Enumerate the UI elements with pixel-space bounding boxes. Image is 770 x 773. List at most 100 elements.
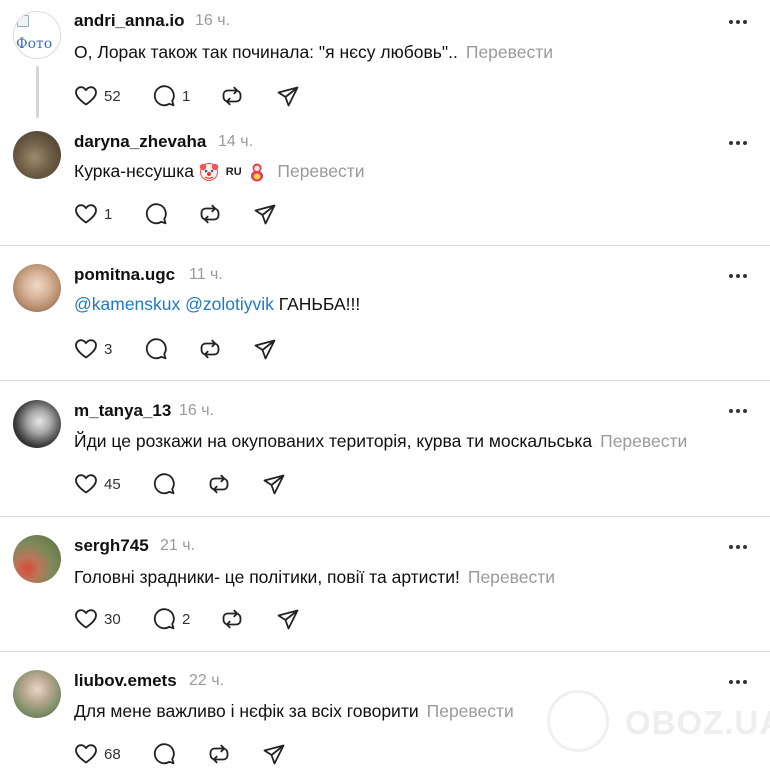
mention-link[interactable]: @kamenskux bbox=[74, 294, 180, 314]
repost-button[interactable] bbox=[207, 740, 231, 768]
like-button[interactable]: 45 bbox=[74, 470, 121, 498]
timestamp[interactable]: 16 ч. bbox=[179, 402, 214, 420]
repost-button[interactable] bbox=[198, 335, 222, 363]
comment-text: Головні зрадники- це політики, повії та … bbox=[74, 567, 555, 588]
avatar[interactable] bbox=[13, 131, 61, 179]
like-button[interactable]: 3 bbox=[74, 335, 112, 363]
heart-icon bbox=[74, 337, 98, 361]
watermark-text: OBOZ.UA bbox=[625, 704, 770, 741]
share-button[interactable] bbox=[262, 740, 286, 768]
repost-button[interactable] bbox=[220, 82, 244, 110]
like-button[interactable]: 30 bbox=[74, 605, 121, 633]
like-count: 3 bbox=[104, 340, 113, 358]
send-icon bbox=[253, 202, 277, 226]
send-icon bbox=[262, 472, 286, 496]
timestamp[interactable]: 21 ч. bbox=[160, 537, 195, 555]
repost-button[interactable] bbox=[198, 200, 222, 228]
reply-count: 2 bbox=[182, 610, 191, 628]
like-count: 30 bbox=[104, 610, 121, 628]
more-options-icon[interactable] bbox=[729, 406, 751, 416]
send-icon bbox=[262, 742, 286, 766]
watermark-circle-icon bbox=[547, 690, 609, 752]
timestamp[interactable]: 14 ч. bbox=[218, 133, 253, 151]
avatar[interactable] bbox=[13, 400, 61, 448]
avatar[interactable] bbox=[13, 670, 61, 718]
repost-button[interactable] bbox=[220, 605, 244, 633]
comment-text: @kamenskux @zolotiyvik ГАНЬБА!!! bbox=[74, 294, 360, 315]
share-button[interactable] bbox=[253, 335, 277, 363]
translate-link[interactable]: Перевести bbox=[277, 161, 364, 181]
heart-icon bbox=[74, 472, 98, 496]
like-button[interactable]: 1 bbox=[74, 200, 112, 228]
like-count: 68 bbox=[104, 745, 121, 763]
reply-count: 1 bbox=[182, 87, 191, 105]
comment-icon bbox=[152, 742, 176, 766]
reply-button[interactable] bbox=[144, 200, 168, 228]
comment-text: Для мене важливо і нєфік за всіх говорит… bbox=[74, 701, 514, 722]
comment-post: pomitna.ugc 11 ч. @kamenskux @zolotiyvik… bbox=[0, 246, 770, 381]
mention-link[interactable]: @zolotiyvik bbox=[185, 294, 274, 314]
like-button[interactable]: 68 bbox=[74, 740, 121, 768]
like-count: 45 bbox=[104, 475, 121, 493]
heart-icon bbox=[74, 742, 98, 766]
comment-post: sergh745 21 ч. Головні зрадники- це полі… bbox=[0, 517, 770, 651]
avatar[interactable]: Фото bbox=[13, 11, 61, 59]
username[interactable]: andri_anna.io bbox=[74, 11, 185, 31]
repost-icon bbox=[198, 337, 222, 361]
avatar[interactable] bbox=[13, 264, 61, 312]
like-button[interactable]: 52 bbox=[74, 82, 121, 110]
share-button[interactable] bbox=[276, 82, 300, 110]
timestamp[interactable]: 22 ч. bbox=[189, 672, 224, 690]
comment-icon bbox=[152, 607, 176, 631]
more-options-icon[interactable] bbox=[729, 271, 751, 281]
timestamp[interactable]: 16 ч. bbox=[195, 12, 230, 30]
share-button[interactable] bbox=[253, 200, 277, 228]
username[interactable]: pomitna.ugc bbox=[74, 265, 175, 285]
comment-body: Курка-нєсушка bbox=[74, 161, 194, 181]
comment-post: daryna_zhevaha 14 ч. Курка-нєсушка RU Пе… bbox=[0, 123, 770, 246]
reply-button[interactable] bbox=[152, 740, 176, 768]
username[interactable]: liubov.emets bbox=[74, 671, 177, 691]
comment-body: Йди це розкажи на окупованих територія, … bbox=[74, 431, 593, 451]
repost-button[interactable] bbox=[207, 470, 231, 498]
comment-body: Для мене важливо і нєфік за всіх говорит… bbox=[74, 701, 419, 721]
comment-text: Йди це розкажи на окупованих територія, … bbox=[74, 431, 687, 452]
comment-body: О, Лорак також так починала: "я нєсу люб… bbox=[74, 42, 458, 62]
send-icon bbox=[253, 337, 277, 361]
comment-body: ГАНЬБА!!! bbox=[278, 294, 361, 314]
repost-icon bbox=[220, 607, 244, 631]
translate-link[interactable]: Перевести bbox=[466, 42, 553, 62]
reply-button[interactable] bbox=[144, 335, 168, 363]
share-button[interactable] bbox=[262, 470, 286, 498]
ru-flag-label: RU bbox=[225, 166, 242, 179]
send-icon bbox=[276, 84, 300, 108]
translate-link[interactable]: Перевести bbox=[600, 431, 687, 451]
comment-icon bbox=[152, 472, 176, 496]
more-options-icon[interactable] bbox=[729, 138, 751, 148]
comment-post: Фото andri_anna.io 16 ч. О, Лорак також … bbox=[0, 0, 770, 123]
more-options-icon[interactable] bbox=[729, 17, 751, 27]
nesting-doll-icon bbox=[250, 163, 263, 182]
comment-icon bbox=[152, 84, 176, 108]
broken-image-icon bbox=[17, 15, 29, 27]
username[interactable]: daryna_zhevaha bbox=[74, 132, 206, 152]
repost-icon bbox=[207, 742, 231, 766]
translate-link[interactable]: Перевести bbox=[427, 701, 514, 721]
username[interactable]: m_tanya_13 bbox=[74, 401, 171, 421]
reply-button[interactable]: 1 bbox=[152, 82, 190, 110]
avatar[interactable] bbox=[13, 535, 61, 583]
comment-post: m_tanya_13 16 ч. Йди це розкажи на окупо… bbox=[0, 381, 770, 516]
translate-link[interactable]: Перевести bbox=[468, 567, 555, 587]
repost-icon bbox=[207, 472, 231, 496]
comments-feed: Фото andri_anna.io 16 ч. О, Лорак також … bbox=[0, 0, 770, 773]
timestamp[interactable]: 11 ч. bbox=[189, 266, 223, 284]
share-button[interactable] bbox=[276, 605, 300, 633]
comment-icon bbox=[144, 337, 168, 361]
more-options-icon[interactable] bbox=[729, 542, 751, 552]
reply-button[interactable]: 2 bbox=[152, 605, 190, 633]
reply-button[interactable] bbox=[152, 470, 176, 498]
comment-body: Головні зрадники- це політики, повії та … bbox=[74, 567, 460, 587]
more-options-icon[interactable] bbox=[729, 677, 751, 687]
repost-icon bbox=[220, 84, 244, 108]
username[interactable]: sergh745 bbox=[74, 536, 149, 556]
